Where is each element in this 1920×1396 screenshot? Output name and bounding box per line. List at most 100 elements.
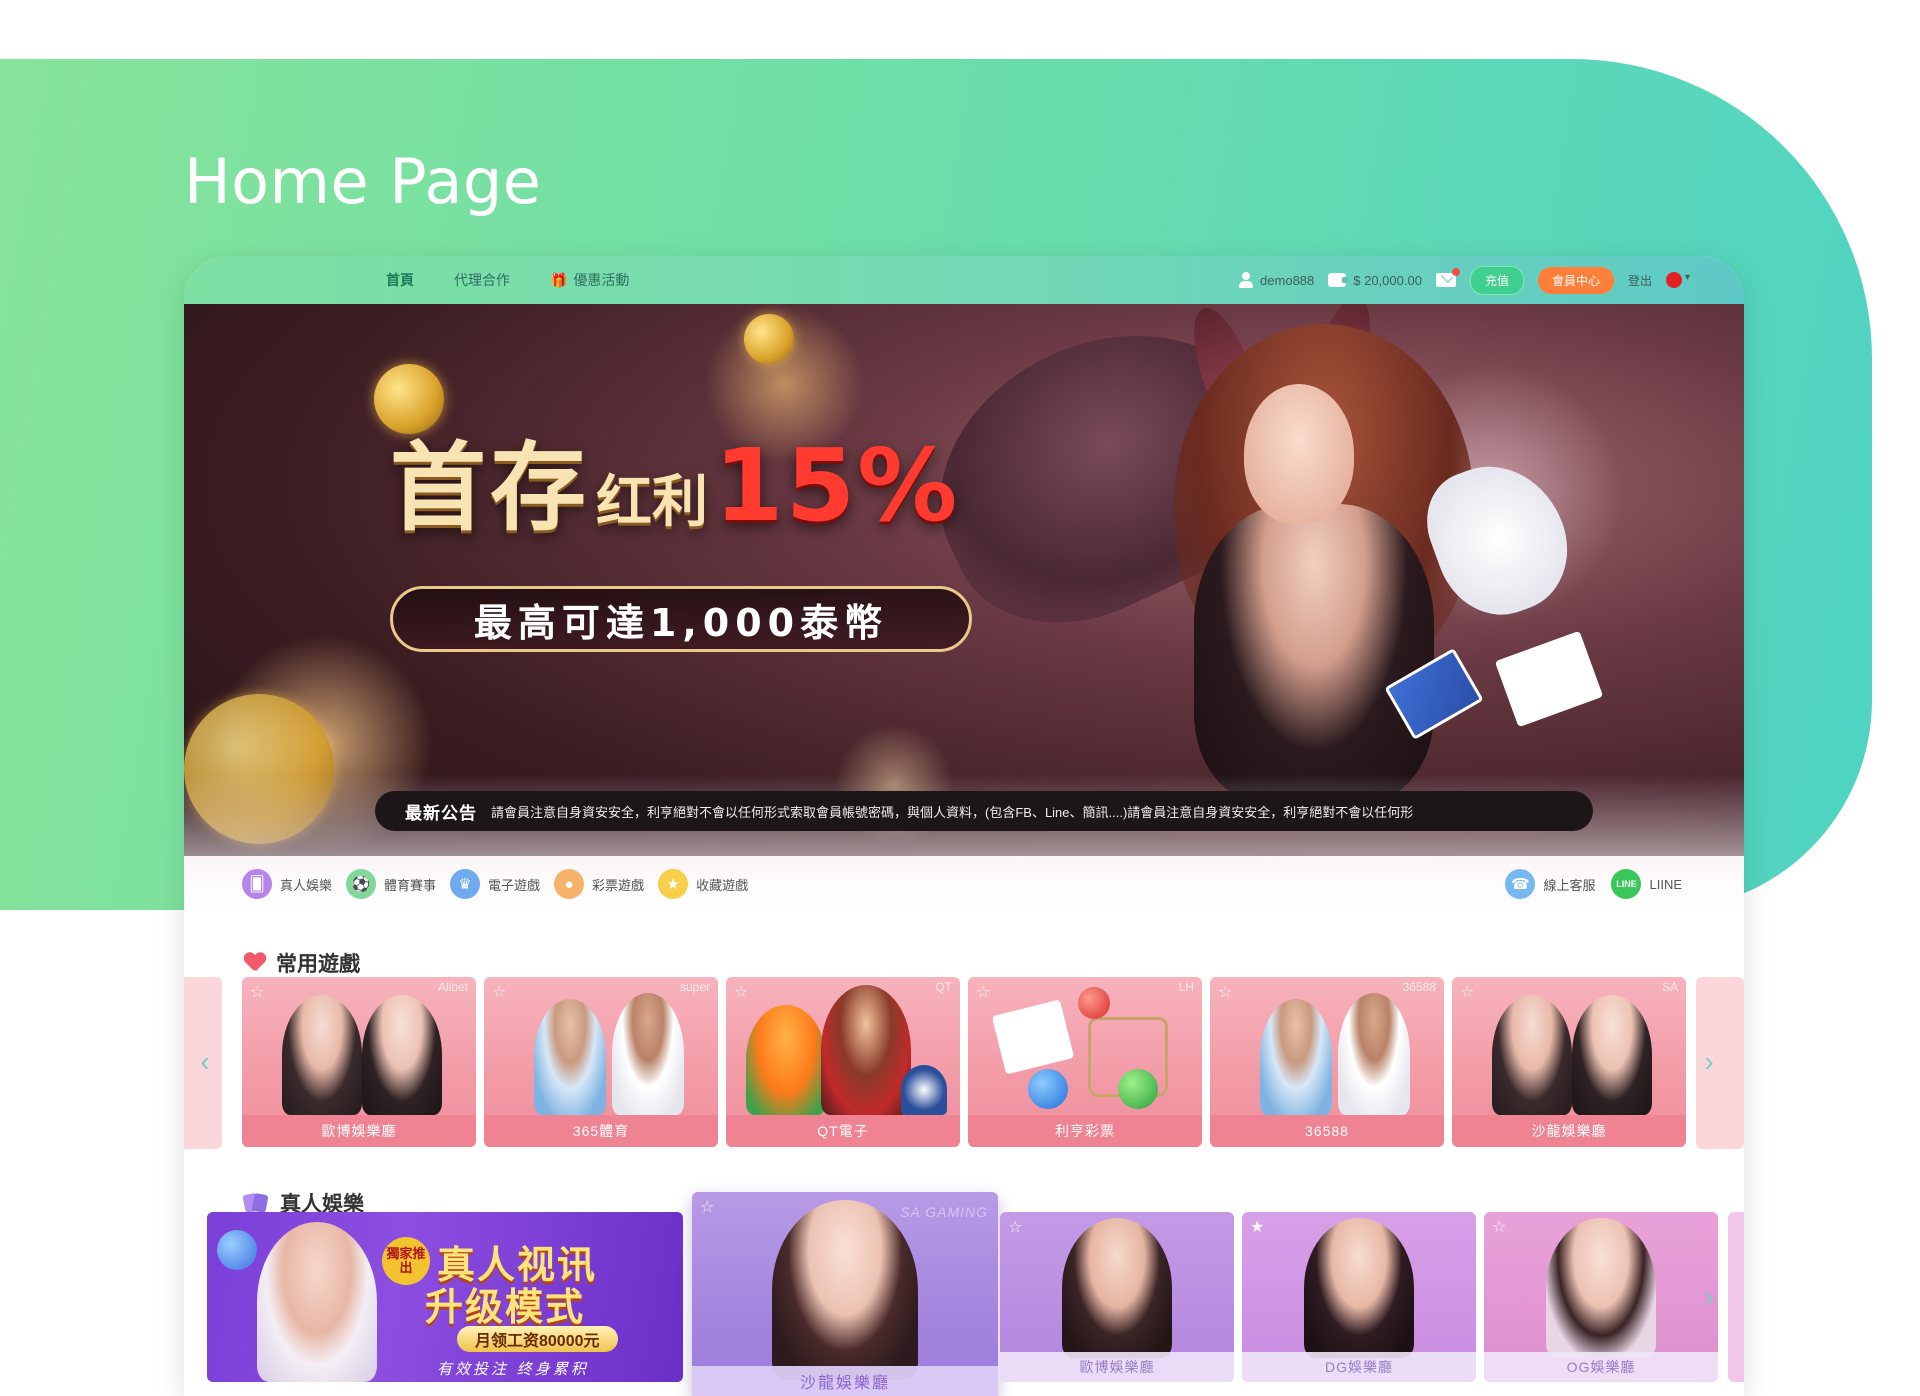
lottery-ball-icon: ● bbox=[554, 869, 585, 899]
promo-salary-pill: 月领工资80000元 bbox=[457, 1326, 618, 1352]
promo-model-image bbox=[257, 1222, 377, 1382]
game-card[interactable]: ☆ super 365體育 bbox=[484, 977, 718, 1147]
favorites-section-title: 常用遊戲 bbox=[244, 948, 360, 978]
category-slots[interactable]: ♛ 電子遊戲 bbox=[450, 869, 540, 899]
game-card-label: 365體育 bbox=[484, 1115, 718, 1147]
illustration-part bbox=[1244, 384, 1354, 524]
live-promo-banner[interactable]: 獨家推出 真人视讯 升级模式 月领工资80000元 有效投注 终身累积 bbox=[207, 1212, 683, 1382]
category-label: 體育賽事 bbox=[384, 877, 437, 893]
support-line[interactable]: LINE LIINE bbox=[1611, 869, 1682, 899]
gift-icon: 🎁 bbox=[550, 271, 568, 288]
featured-live-card[interactable]: ☆ SA GAMING 沙龍娛樂廳 bbox=[692, 1192, 998, 1396]
wallet-balance[interactable]: $ 20,000.00 bbox=[1328, 273, 1422, 288]
game-card[interactable]: ☆ Allbet 歐博娛樂廳 bbox=[242, 977, 476, 1147]
dealer-image bbox=[282, 995, 362, 1115]
playing-card-icon bbox=[1494, 630, 1604, 728]
player-image bbox=[612, 993, 684, 1115]
category-sports[interactable]: ⚽ 體育賽事 bbox=[346, 869, 436, 899]
category-bar: 🂠 真人娛樂 ⚽ 體育賽事 ♛ 電子遊戲 ● 彩票遊戲 ★ 收藏遊戲 ☎ 線上客… bbox=[184, 856, 1744, 912]
nav-link-label: 代理合作 bbox=[454, 272, 510, 288]
chevron-left-icon[interactable]: ‹ bbox=[190, 1046, 220, 1077]
browser-window: 首頁 代理合作 🎁 優惠活動 demo888 $ 20,000.00 充值 會員… bbox=[184, 256, 1744, 1396]
hero-banner[interactable]: 首存 红利 15% 最高可達1,000泰幣 最新公告 請會員注意自身資安安全，利… bbox=[184, 304, 1744, 904]
dealer-image bbox=[362, 995, 442, 1115]
live-card[interactable]: ☆ 歐博娛樂廳 bbox=[1000, 1212, 1234, 1382]
dealer-image bbox=[1572, 995, 1652, 1115]
nav-link-label: 優惠活動 bbox=[573, 272, 630, 288]
penguin-image bbox=[901, 1065, 947, 1115]
decor-orb bbox=[217, 1230, 257, 1270]
leprechaun-image bbox=[746, 1005, 826, 1115]
user-info[interactable]: demo888 bbox=[1239, 272, 1314, 288]
showcase-stage: Home Page 首頁 代理合作 🎁 優惠活動 demo888 $ 20,00 bbox=[0, 0, 1920, 1396]
deposit-button[interactable]: 充值 bbox=[1469, 265, 1524, 295]
nav-link-promotions[interactable]: 🎁 優惠活動 bbox=[550, 270, 629, 290]
live-card[interactable]: ☆ OG娛樂廳 bbox=[1484, 1212, 1718, 1382]
live-card-label: DG娛樂廳 bbox=[1242, 1352, 1476, 1382]
game-card-art bbox=[968, 977, 1202, 1115]
star-outline-icon[interactable]: ☆ bbox=[1008, 1217, 1022, 1237]
promo-headline-part2: 红利 bbox=[596, 469, 708, 535]
user-icon bbox=[1239, 272, 1254, 288]
live-card-label: OG娛樂廳 bbox=[1484, 1352, 1718, 1382]
dealer-image bbox=[1492, 995, 1572, 1115]
gold-coin-icon bbox=[374, 364, 444, 434]
game-card-art bbox=[1210, 977, 1444, 1115]
chevron-right-icon[interactable]: › bbox=[1694, 1281, 1724, 1312]
lottery-ball-icon bbox=[1078, 987, 1110, 1019]
pirate-image bbox=[821, 985, 911, 1115]
dealer-image bbox=[772, 1200, 918, 1380]
heart-icon bbox=[244, 953, 266, 973]
game-card-art bbox=[484, 977, 718, 1115]
promo-headline-part1: 首存 bbox=[390, 431, 590, 544]
star-outline-icon[interactable]: ☆ bbox=[1492, 1217, 1506, 1237]
player-image bbox=[534, 999, 606, 1115]
category-live[interactable]: 🂠 真人娛樂 bbox=[242, 869, 332, 899]
star-outline-icon[interactable]: ☆ bbox=[1460, 982, 1474, 1002]
provider-tag: QT bbox=[935, 980, 952, 994]
nav-link-home[interactable]: 首頁 bbox=[386, 270, 414, 290]
live-card-label: 歐博娛樂廳 bbox=[1000, 1352, 1234, 1382]
announcement-text: 請會員注意自身資安安全，利亨絕對不會以任何形式索取會員帳號密碼，與個人資料，(包… bbox=[491, 804, 1414, 820]
promo-subtitle: 最高可達1,000泰幣 bbox=[390, 586, 972, 652]
nav-link-label: 首頁 bbox=[386, 272, 414, 288]
announcement-bar[interactable]: 最新公告 請會員注意自身資安安全，利亨絕對不會以任何形式索取會員帳號密碼，與個人… bbox=[375, 791, 1593, 831]
lottery-ball-icon bbox=[1118, 1069, 1158, 1109]
category-favorites[interactable]: ★ 收藏遊戲 bbox=[658, 869, 748, 899]
provider-tag: super bbox=[679, 980, 710, 994]
live-card[interactable]: ★ DG娛樂廳 bbox=[1242, 1212, 1476, 1382]
nav-links: 首頁 代理合作 🎁 優惠活動 bbox=[386, 256, 629, 304]
language-flag-icon[interactable] bbox=[1666, 272, 1690, 288]
top-nav: 首頁 代理合作 🎁 優惠活動 demo888 $ 20,000.00 充值 會員… bbox=[184, 256, 1744, 304]
headset-icon: ☎ bbox=[1505, 869, 1536, 899]
logout-link[interactable]: 登出 bbox=[1628, 272, 1652, 289]
game-card[interactable]: ☆ LH 利亨彩票 bbox=[968, 977, 1202, 1147]
support-online-chat[interactable]: ☎ 線上客服 bbox=[1505, 869, 1595, 899]
chevron-right-icon[interactable]: › bbox=[1694, 1046, 1724, 1077]
star-outline-icon[interactable]: ☆ bbox=[734, 982, 748, 1002]
game-card[interactable]: ☆ 36588 36588 bbox=[1210, 977, 1444, 1147]
provider-tag: Allbet bbox=[437, 980, 468, 994]
wallet-icon bbox=[1328, 273, 1349, 287]
provider-tag: 36588 bbox=[1402, 980, 1436, 994]
announcement-label: 最新公告 bbox=[405, 803, 477, 823]
game-card[interactable]: ☆ SA 沙龍娛樂廳 bbox=[1452, 977, 1686, 1147]
page-title: Home Page bbox=[184, 145, 542, 218]
star-outline-icon[interactable]: ☆ bbox=[976, 982, 990, 1002]
illustration-part bbox=[1194, 504, 1434, 804]
star-outline-icon[interactable]: ☆ bbox=[492, 982, 506, 1002]
star-filled-icon[interactable]: ★ bbox=[1250, 1217, 1264, 1237]
nav-link-agent[interactable]: 代理合作 bbox=[454, 270, 510, 290]
support-label: 線上客服 bbox=[1543, 877, 1596, 893]
lottery-ball-icon bbox=[1028, 1069, 1068, 1109]
star-outline-icon[interactable]: ☆ bbox=[700, 1197, 714, 1217]
mail-icon[interactable] bbox=[1435, 268, 1460, 287]
carousel-peek-card bbox=[1728, 1212, 1744, 1382]
member-center-button[interactable]: 會員中心 bbox=[1537, 266, 1614, 294]
category-lottery[interactable]: ● 彩票遊戲 bbox=[554, 869, 644, 899]
lottery-ticket-icon bbox=[991, 999, 1075, 1075]
star-outline-icon[interactable]: ☆ bbox=[1218, 982, 1232, 1002]
star-outline-icon[interactable]: ☆ bbox=[250, 982, 264, 1002]
game-card[interactable]: ☆ QT QT電子 bbox=[726, 977, 960, 1147]
section-title-text: 常用遊戲 bbox=[276, 953, 360, 976]
